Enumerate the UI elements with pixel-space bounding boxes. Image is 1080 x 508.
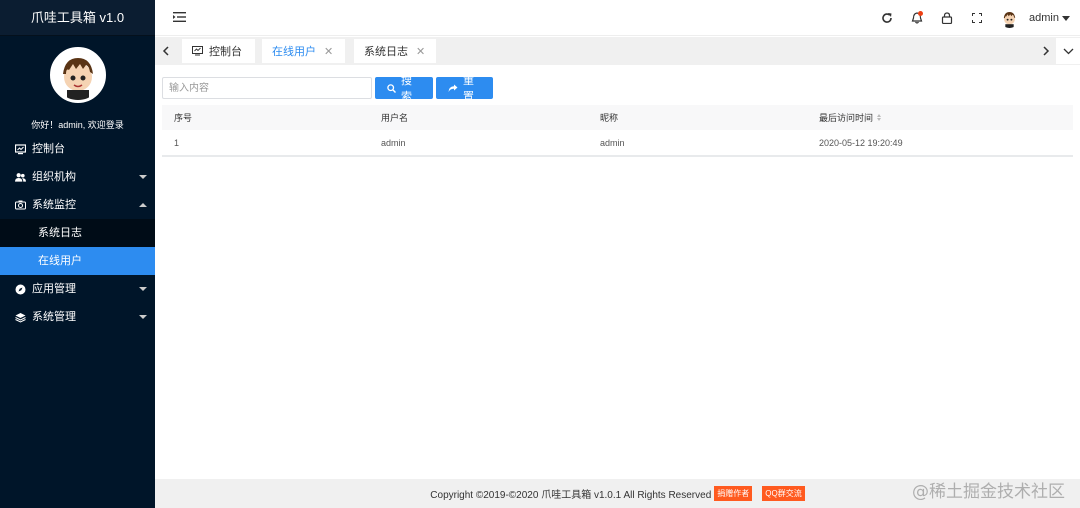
cell-nickname: admin — [600, 137, 625, 148]
submenu-item-system-log[interactable]: 系统日志 — [0, 219, 155, 247]
caret-down-icon — [1062, 15, 1070, 21]
tab-label: 在线用户 — [272, 46, 316, 58]
menu-label: 系统管理 — [32, 311, 76, 323]
chevron-up-icon — [139, 203, 147, 207]
dashboard-icon — [15, 143, 26, 155]
tab-dashboard[interactable]: 控制台 — [182, 39, 255, 63]
search-input[interactable] — [162, 77, 372, 99]
menu-label: 系统监控 — [32, 199, 76, 211]
menu-label: 应用管理 — [32, 283, 76, 295]
menu-toggle-icon[interactable] — [173, 11, 186, 23]
notification-dot — [918, 11, 924, 16]
close-icon[interactable]: ✕ — [324, 45, 333, 58]
tab-label: 控制台 — [209, 46, 242, 58]
username: admin — [1029, 12, 1059, 24]
chevron-down-icon — [139, 315, 147, 319]
users-icon — [15, 172, 26, 183]
layers-icon — [15, 312, 26, 323]
chevron-down-icon[interactable] — [1056, 38, 1080, 64]
cell-last-access: 2020-05-12 19:20:49 — [819, 137, 903, 148]
column-header-label: 最后访问时间 — [819, 113, 874, 123]
search-button[interactable]: 搜索 — [375, 75, 433, 103]
user-menu[interactable]: admin — [1000, 8, 1070, 28]
sidebar: 爪哇工具箱 v1.0 你好！admin, 欢迎登录 控制台 组织机构 系统监控 … — [0, 0, 155, 508]
reset-button[interactable]: 重置 — [436, 75, 493, 103]
tab-label: 系统日志 — [364, 46, 408, 58]
avatar — [1000, 8, 1020, 28]
user-avatar[interactable] — [49, 47, 106, 103]
watermark: @稀土掘金技术社区 — [912, 482, 1065, 502]
tab-system-log[interactable]: 系统日志 ✕ — [354, 39, 436, 63]
submenu-item-online-users[interactable]: 在线用户 — [0, 247, 155, 275]
chevron-left-icon[interactable] — [155, 37, 175, 65]
table-header: 序号 用户名 昵称 最后访问时间 — [162, 105, 1073, 130]
menu-item-organization[interactable]: 组织机构 — [0, 163, 155, 191]
menu-label: 控制台 — [32, 143, 65, 155]
monitor-icon — [192, 46, 203, 56]
column-header-username: 用户名 — [381, 113, 409, 123]
refresh-icon[interactable] — [872, 0, 902, 36]
menu-item-app-management[interactable]: 应用管理 — [0, 275, 155, 303]
menu-label: 组织机构 — [32, 171, 76, 183]
chevron-right-icon[interactable] — [1036, 37, 1056, 65]
menu-item-monitor[interactable]: 系统监控 — [0, 191, 155, 219]
column-header-index: 序号 — [174, 113, 193, 123]
menu-item-system-management[interactable]: 系统管理 — [0, 303, 155, 331]
lock-icon[interactable] — [932, 0, 962, 36]
close-icon[interactable]: ✕ — [416, 45, 425, 58]
sort-icon[interactable] — [877, 114, 882, 121]
fullscreen-icon[interactable] — [962, 0, 992, 36]
search-toolbar: 搜索 重置 — [162, 75, 493, 103]
column-header-nickname: 昵称 — [600, 113, 619, 123]
chevron-down-icon — [139, 175, 147, 179]
qq-group-badge[interactable]: QQ群交流 — [762, 486, 805, 501]
share-icon — [448, 84, 458, 93]
column-header-last-access[interactable]: 最后访问时间 — [819, 111, 1073, 124]
tab-online-users[interactable]: 在线用户 ✕ — [262, 39, 345, 63]
search-icon — [387, 83, 396, 93]
cell-username: admin — [381, 137, 406, 148]
bell-icon[interactable] — [902, 0, 932, 36]
app-title: 爪哇工具箱 v1.0 — [0, 0, 155, 36]
search-button-label: 搜索 — [401, 75, 412, 103]
welcome-text: 你好！admin, 欢迎登录 — [31, 120, 124, 130]
donate-badge[interactable]: 捐赠作者 — [714, 486, 753, 501]
copyright-text: Copyright ©2019-©2020 爪哇工具箱 v1.0.1 All R… — [430, 490, 712, 501]
camera-icon — [15, 200, 26, 211]
cell-index: 1 — [174, 137, 180, 148]
table-row[interactable]: 1 admin admin 2020-05-12 19:20:49 — [162, 130, 1073, 157]
compass-icon — [15, 284, 26, 295]
top-header: admin — [155, 0, 1080, 36]
reset-button-label: 重置 — [463, 75, 474, 103]
tab-bar: 控制台 在线用户 ✕ 系统日志 ✕ — [155, 37, 1080, 65]
main-area: admin 控制台 在线用户 ✕ 系统日志 ✕ 输入内容 搜索 重置 序号 用户… — [155, 0, 1080, 508]
online-users-table: 序号 用户名 昵称 最后访问时间 1 admin admin 2020-05-1… — [162, 105, 1073, 157]
chevron-down-icon — [139, 287, 147, 291]
menu-item-dashboard[interactable]: 控制台 — [0, 135, 155, 163]
